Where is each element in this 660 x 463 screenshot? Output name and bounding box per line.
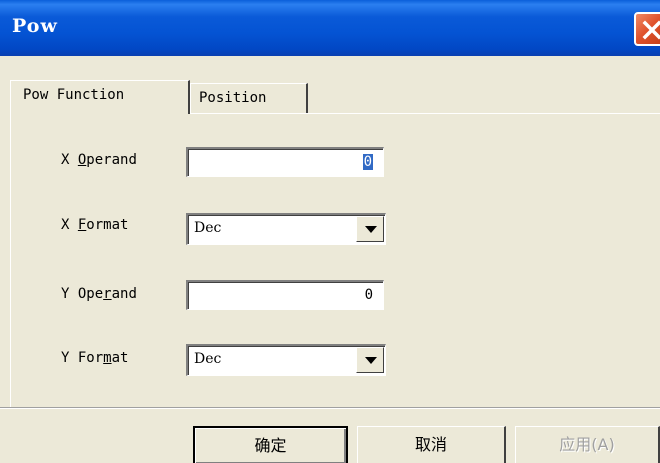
title-bar[interactable]: Pow bbox=[0, 0, 660, 56]
button-bar-divider bbox=[0, 407, 660, 409]
window-title: Pow bbox=[12, 15, 58, 37]
ok-button[interactable]: 确定 bbox=[193, 426, 348, 463]
apply-button[interactable]: 应用(A) bbox=[515, 426, 660, 463]
y-operand-input[interactable]: 0 bbox=[186, 280, 384, 310]
y-operand-value: 0 bbox=[364, 287, 373, 303]
chevron-down-icon bbox=[365, 226, 377, 233]
cancel-button[interactable]: 取消 bbox=[357, 426, 506, 463]
y-format-dropdown-button[interactable] bbox=[356, 347, 384, 373]
x-operand-label: X Operand bbox=[61, 152, 137, 168]
tab-pow-function[interactable]: Pow Function bbox=[10, 80, 190, 114]
close-button[interactable] bbox=[634, 12, 660, 46]
x-format-value: Dec bbox=[194, 220, 222, 236]
x-operand-input[interactable]: 0 bbox=[186, 147, 384, 177]
y-format-value: Dec bbox=[194, 351, 222, 367]
close-icon bbox=[642, 20, 660, 40]
y-operand-label: Y Operand bbox=[61, 286, 137, 302]
dialog-body: Pow Function Position X Operand 0 X Form… bbox=[0, 56, 660, 463]
y-format-label: Y Format bbox=[61, 350, 129, 366]
tab-panel: X Operand 0 X Format Dec Y Operand 0 Y F… bbox=[10, 113, 660, 407]
chevron-down-icon bbox=[365, 357, 377, 364]
y-format-select[interactable]: Dec bbox=[186, 344, 386, 376]
x-format-dropdown-button[interactable] bbox=[356, 216, 384, 242]
x-operand-value: 0 bbox=[362, 154, 373, 170]
tab-position[interactable]: Position bbox=[190, 83, 308, 113]
x-format-select[interactable]: Dec bbox=[186, 213, 386, 245]
x-format-label: X Format bbox=[61, 217, 129, 233]
